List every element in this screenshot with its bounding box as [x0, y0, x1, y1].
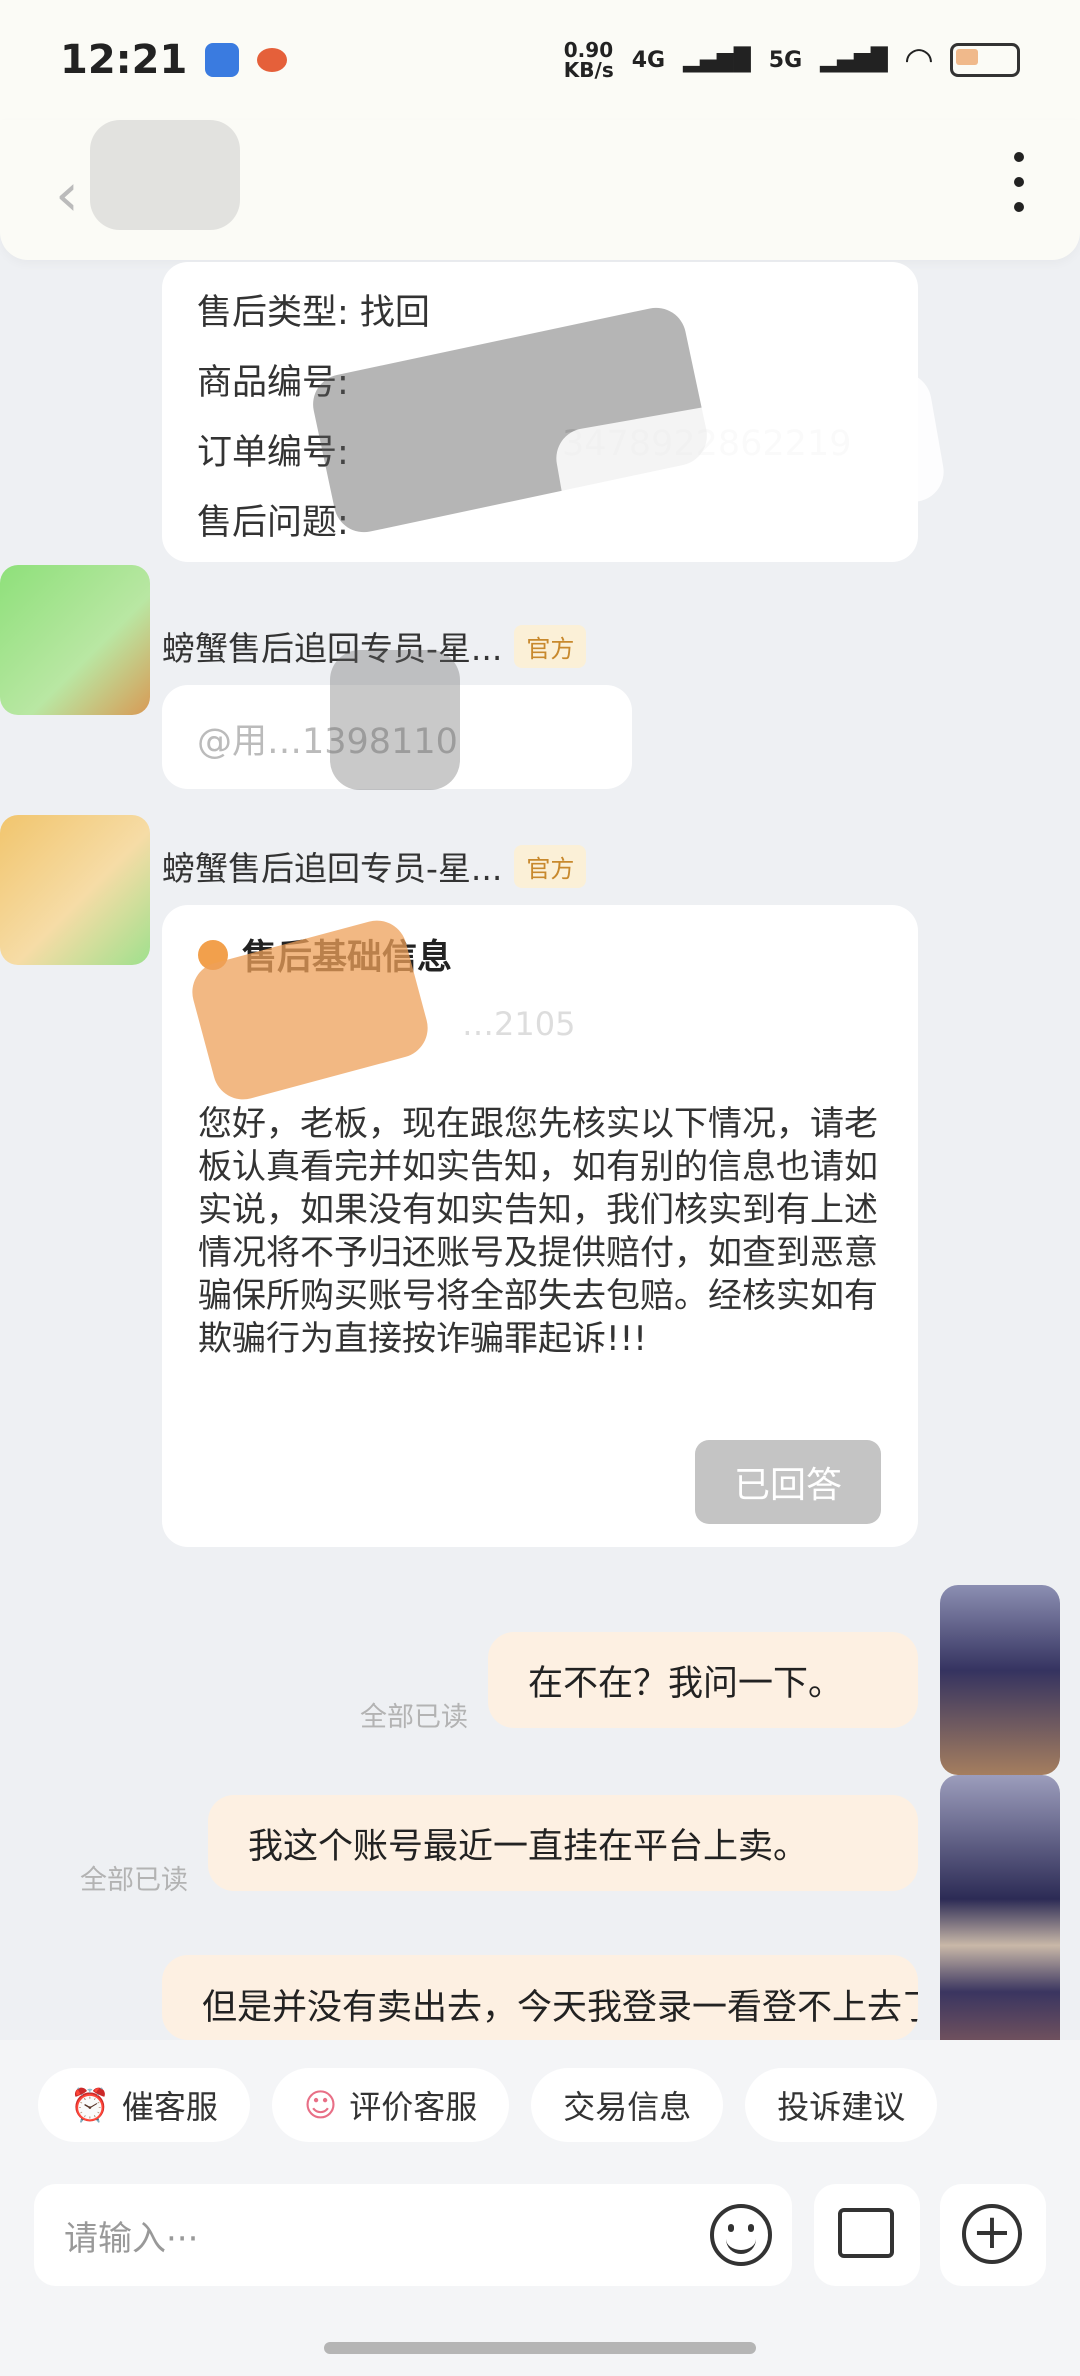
status-bar: 12:21 0.90 KB/s 4G ▂▄▆█ 5G ▂▄▆█ ◠: [0, 0, 1080, 120]
redaction-scribble: [330, 650, 460, 790]
chip-label: 评价客服: [349, 2088, 478, 2126]
smile-icon: ☺: [303, 2086, 338, 2124]
user-avatar[interactable]: [940, 1585, 1060, 1775]
info-issue: 售后问题:: [197, 503, 349, 543]
user-avatar[interactable]: [940, 1775, 1060, 2085]
sender-row: 螃蟹售后追回专员-星... 官方: [162, 842, 587, 890]
trade-info-chip[interactable]: 交易信息: [531, 2068, 724, 2142]
rate-service-chip[interactable]: ☺ 评价客服: [271, 2068, 510, 2142]
signal-bars-icon-2: ▂▄▆█: [820, 47, 888, 73]
signal-4g-icon: 4G: [631, 47, 666, 73]
image-button[interactable]: [814, 2184, 920, 2286]
net-speed: 0.90 KB/s: [563, 38, 614, 82]
signal-bars-icon: ▂▄▆█: [683, 47, 751, 73]
chip-label: 催客服: [121, 2088, 218, 2126]
alarm-clock-icon: ⏰: [70, 2086, 110, 2124]
answered-button[interactable]: 已回答: [695, 1440, 881, 1524]
read-status: 全部已读: [80, 1865, 188, 1896]
agent-avatar[interactable]: [0, 565, 150, 715]
read-status: 全部已读: [360, 1702, 468, 1733]
agent-avatar[interactable]: [0, 815, 150, 965]
signal-5g-icon: 5G: [768, 47, 803, 73]
back-arrow-icon[interactable]: ‹: [55, 160, 79, 230]
image-icon: [838, 2208, 894, 2258]
status-time: 12:21: [60, 37, 188, 83]
outgoing-message: 在不在？我问一下。: [488, 1632, 918, 1728]
outgoing-message: 但是并没有卖出去，今天我登录一看登不上去了: [162, 1955, 918, 2040]
chip-label: 交易信息: [563, 2088, 692, 2126]
chat-header: ‹: [0, 120, 1080, 260]
message-input[interactable]: 请输入···: [34, 2184, 792, 2286]
urge-service-chip[interactable]: ⏰ 催客服: [38, 2068, 250, 2142]
battery-icon: [950, 43, 1020, 77]
card-subtitle: …2105: [462, 1005, 576, 1043]
card-body: 您好，老板，现在跟您先核实以下情况，请老板认真看完并如实告知，如有别的信息也请如…: [198, 1104, 878, 1359]
official-badge: 官方: [514, 624, 587, 668]
chip-label: 投诉建议: [777, 2088, 906, 2126]
info-type: 售后类型: 找回: [197, 293, 430, 333]
home-indicator[interactable]: [324, 2342, 756, 2354]
app-notification-icon: [205, 43, 240, 77]
official-badge: 官方: [514, 844, 587, 888]
sender-name: 螃蟹售后追回专员-星...: [162, 849, 503, 888]
plus-icon: +: [962, 2204, 1022, 2264]
emoji-icon[interactable]: [710, 2204, 772, 2266]
input-placeholder: 请输入···: [64, 2218, 199, 2259]
message-text: 但是并没有卖出去，今天我登录一看登不上去了: [202, 1988, 918, 2028]
outgoing-message: 我这个账号最近一直挂在平台上卖。: [208, 1795, 918, 1891]
redaction-scribble: [90, 120, 240, 230]
crab-notification-icon: [257, 48, 288, 72]
more-options-icon[interactable]: [1014, 152, 1030, 212]
complaint-chip[interactable]: 投诉建议: [745, 2068, 938, 2142]
wifi-icon: ◠: [905, 40, 932, 80]
plus-button[interactable]: +: [940, 2184, 1046, 2286]
quick-action-bar: ⏰ 催客服 ☺ 评价客服 交易信息 投诉建议: [0, 2040, 1080, 2170]
